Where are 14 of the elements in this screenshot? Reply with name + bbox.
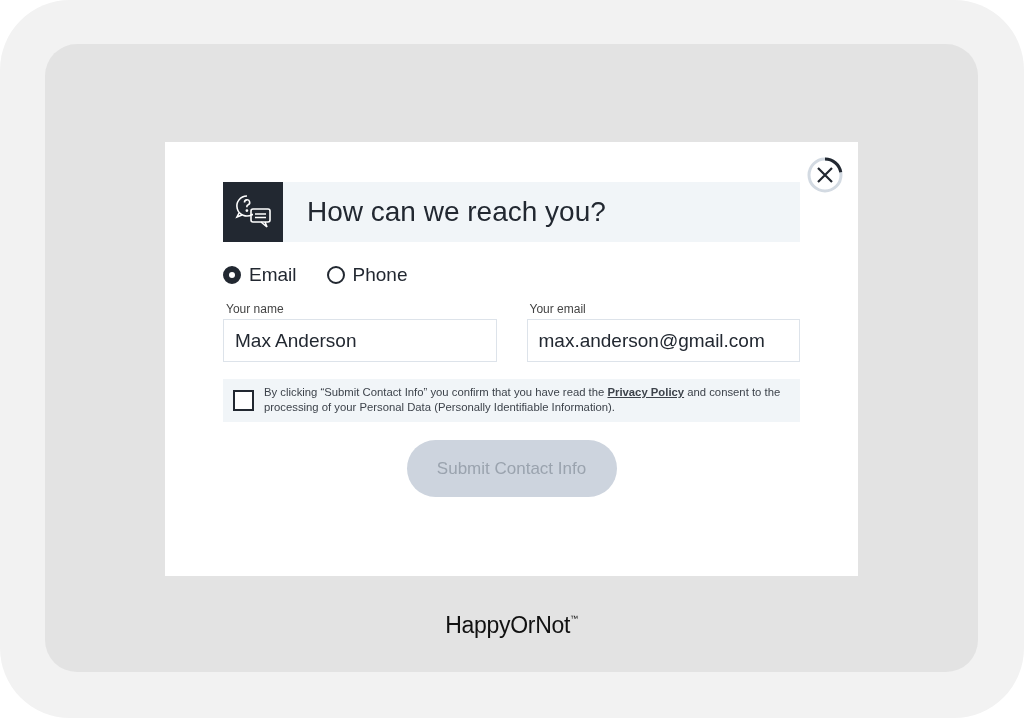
radio-option[interactable]: Email bbox=[223, 264, 297, 286]
brand-logo: HappyOrNot$^{™}$ bbox=[445, 612, 578, 639]
input-field[interactable]: Max Anderson bbox=[223, 319, 497, 362]
chat-question-icon bbox=[223, 182, 283, 242]
close-button[interactable] bbox=[806, 156, 844, 194]
field-label: Your name bbox=[226, 302, 285, 316]
field-label: Your email bbox=[529, 302, 587, 316]
dialog-title: How can we reach you? bbox=[307, 196, 606, 228]
radio-option[interactable]: Phone bbox=[326, 264, 408, 286]
checkbox[interactable] bbox=[233, 389, 254, 411]
consent-text: By clicking “Submit Contact Info” you confirm that you have read the Privacy Policy and consent to the processing of your Personal Data (Personally Identifiable Information). bbox=[264, 385, 782, 415]
privacy-policy-link[interactable]: Privacy Policy bbox=[607, 386, 685, 398]
input-field[interactable]: max.anderson@gmail.com bbox=[526, 319, 800, 362]
close-icon bbox=[806, 156, 844, 194]
